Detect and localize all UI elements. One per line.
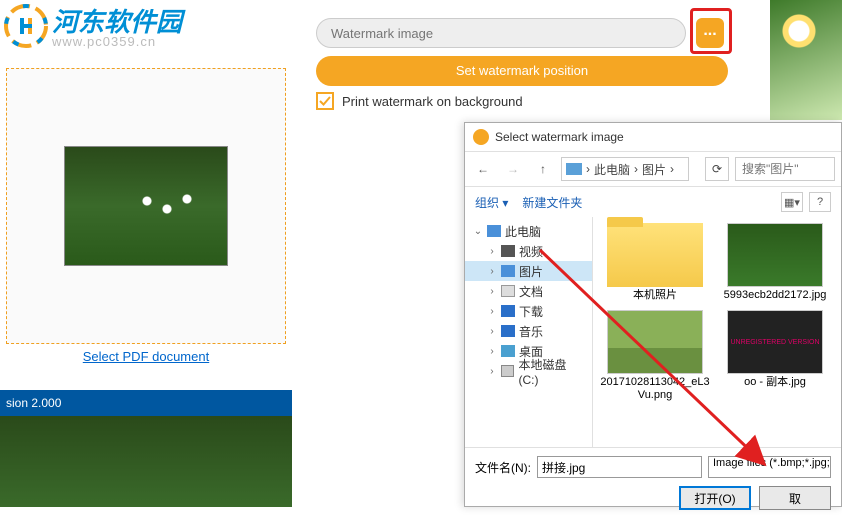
file-item[interactable]: 20171028113042_eL3Vu.png — [599, 310, 711, 402]
nav-up-button[interactable]: ↑ — [531, 157, 555, 181]
breadcrumb-folder[interactable]: 图片 — [642, 161, 666, 178]
filename-input[interactable] — [537, 456, 702, 478]
nav-refresh-button[interactable]: ⟳ — [705, 157, 729, 181]
filetype-filter[interactable]: Image files (*.bmp;*.jpg; — [708, 456, 831, 478]
tree-disk-c[interactable]: ›本地磁盘 (C:) — [465, 361, 592, 381]
tree-music[interactable]: ›音乐 — [465, 321, 592, 341]
toolbar-organize[interactable]: 组织 ▾ — [475, 194, 508, 211]
file-list: 本机照片 5993ecb2dd2172.jpg 20171028113042_e… — [593, 217, 841, 447]
dialog-icon — [473, 129, 489, 145]
toolbar-newfolder[interactable]: 新建文件夹 — [522, 194, 582, 211]
nav-search-input[interactable] — [735, 157, 835, 181]
cancel-button[interactable]: 取 — [759, 486, 831, 510]
version-bar: sion 2.000 — [0, 390, 292, 416]
drive-icon — [566, 163, 582, 175]
dialog-titlebar: Select watermark image — [465, 123, 841, 151]
nav-back-button[interactable]: ← — [471, 157, 495, 181]
nav-forward-button[interactable]: → — [501, 157, 525, 181]
right-background — [770, 0, 842, 120]
tree-docs[interactable]: ›文档 — [465, 281, 592, 301]
help-button[interactable]: ? — [809, 192, 831, 212]
nav-path-bar[interactable]: › 此电脑 › 图片 › — [561, 157, 689, 181]
select-pdf-link[interactable]: Select PDF document — [83, 349, 209, 364]
tree-video[interactable]: ›视频 — [465, 241, 592, 261]
image-thumbnail — [727, 223, 823, 287]
file-item[interactable]: UNREGISTERED VERSION oo - 副本.jpg — [719, 310, 831, 402]
filename-label: 文件名(N): — [475, 459, 531, 476]
logo-url: www.pc0359.cn — [52, 34, 156, 49]
browse-watermark-button[interactable]: ... — [696, 18, 724, 48]
watermark-image-input[interactable] — [316, 18, 686, 48]
open-button[interactable]: 打开(O) — [679, 486, 751, 510]
breadcrumb-sep: › — [634, 162, 638, 176]
file-open-dialog: Select watermark image ← → ↑ › 此电脑 › 图片 … — [464, 122, 842, 507]
image-thumbnail — [607, 310, 703, 374]
dialog-toolbar: 组织 ▾ 新建文件夹 ▦▾ ? — [465, 187, 841, 217]
pdf-thumbnail — [64, 146, 228, 266]
site-logo: 河东软件园 www.pc0359.cn — [0, 0, 210, 60]
folder-tree: ⌄此电脑 ›视频 ›图片 ›文档 ›下载 ›音乐 ›桌面 ›本地磁盘 (C:) — [465, 217, 593, 447]
dialog-nav: ← → ↑ › 此电脑 › 图片 › ⟳ — [465, 151, 841, 187]
tree-pictures[interactable]: ›图片 — [465, 261, 592, 281]
background-strip — [0, 416, 292, 507]
breadcrumb-root[interactable]: 此电脑 — [594, 161, 630, 178]
set-watermark-position-button[interactable]: Set watermark position — [316, 56, 728, 86]
file-item-folder[interactable]: 本机照片 — [599, 223, 711, 302]
folder-icon — [607, 223, 703, 287]
breadcrumb-sep: › — [586, 162, 590, 176]
image-thumbnail: UNREGISTERED VERSION — [727, 310, 823, 374]
tree-downloads[interactable]: ›下载 — [465, 301, 592, 321]
breadcrumb-sep: › — [670, 162, 674, 176]
print-background-checkbox[interactable] — [316, 92, 334, 110]
logo-icon — [4, 4, 48, 48]
dialog-title: Select watermark image — [495, 130, 624, 144]
dialog-bottom: 文件名(N): Image files (*.bmp;*.jpg; 打开(O) … — [465, 447, 841, 518]
pdf-dropzone[interactable] — [6, 68, 286, 344]
file-item[interactable]: 5993ecb2dd2172.jpg — [719, 223, 831, 302]
tree-thispc[interactable]: ⌄此电脑 — [465, 221, 592, 241]
print-background-label: Print watermark on background — [342, 94, 523, 109]
view-mode-button[interactable]: ▦▾ — [781, 192, 803, 212]
